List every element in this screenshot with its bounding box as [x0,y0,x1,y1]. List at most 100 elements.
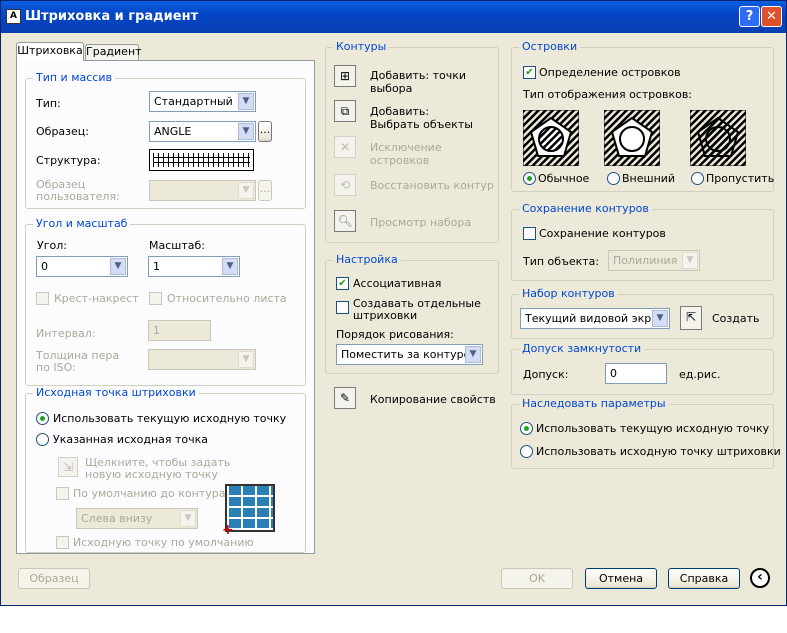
recreate-boundary-label: Восстановить контур [370,179,494,192]
gap-tolerance-group: Допуск замкнутости Допуск: 0 ед.рис. [511,342,774,395]
custom-pattern-select[interactable]: ▼ [149,180,256,201]
separate-hatches-label: Создавать отдельные штриховки [353,297,481,322]
inherit-properties-button[interactable]: ✎ [334,387,356,409]
preview-button[interactable]: Образец [18,568,90,589]
scale-value: 1 [153,260,160,273]
draw-order-value: Поместить за контуром [341,348,479,361]
view-selections-button[interactable]: 🔍︎ [334,210,356,232]
relative-paper-checkbox[interactable] [149,292,162,305]
draw-order-select[interactable]: Поместить за контуром ▼ [336,344,483,365]
angle-select[interactable]: 0 ▼ [36,256,128,277]
island-display-label: Тип отображения островков: [523,88,693,101]
hatch-dialog: A Штриховка и градиент ? ✕ Штриховка Гра… [0,0,787,606]
type-pattern-title: Тип и массив [33,71,115,84]
use-current-origin-radio[interactable] [36,412,49,425]
island-normal-radio[interactable] [523,172,536,185]
island-outer-icon [604,110,660,166]
more-options-button[interactable]: ‹ [750,568,770,588]
inherit-properties-label: Копирование свойств [370,393,496,406]
dialog-title: Штриховка и градиент [25,9,199,24]
inherit-current-origin-label: Использовать текущую исходную точку [536,422,770,435]
click-origin-hint: Щелкните, чтобы задать новую исходную то… [85,456,231,481]
specified-origin-radio[interactable] [36,433,49,446]
object-type-value: Полилиния [613,254,678,267]
cancel-button[interactable]: Отмена [585,568,657,589]
iso-pen-select[interactable]: ▼ [148,349,256,370]
type-label: Тип: [36,97,61,110]
island-ignore-label: Пропустить [706,172,775,185]
remove-islands-button[interactable]: ✕ [334,136,356,158]
pattern-browse-button[interactable]: ... [258,121,272,142]
ok-button[interactable]: OK [501,568,573,589]
specified-origin-label: Указанная исходная точка [53,433,209,446]
pattern-label: Образец: [36,125,89,138]
angle-label: Угол: [37,239,67,252]
cross-hatch-checkbox[interactable] [36,292,49,305]
retain-boundaries-checkbox[interactable] [523,227,536,240]
associative-checkbox[interactable]: ✔ [336,277,349,290]
cross-hatch-label: Крест-накрест [54,292,139,305]
tolerance-input[interactable]: 0 [605,363,667,384]
add-pick-points-button[interactable]: ⊞ [334,65,356,87]
pattern-value: ANGLE [154,125,192,138]
brick-origin-icon: + [222,484,275,537]
island-ignore-icon [690,110,746,166]
type-select[interactable]: Стандартный ▼ [149,91,256,112]
add-select-objects-button[interactable]: ⧉ [334,100,356,122]
store-default-origin-checkbox[interactable] [56,536,69,549]
new-boundary-set-button[interactable]: ⇱ [680,306,702,330]
hatch-origin-group: Исходная точка штриховки Использовать те… [25,386,306,553]
origin-position-select[interactable]: Слева внизу ▼ [76,508,198,529]
interval-input[interactable]: 1 [148,320,211,341]
magnifier-icon: 🔍︎ [337,214,353,228]
boundaries-title: Контуры [333,40,390,53]
tab-hatch[interactable]: Штриховка [16,42,84,61]
origin-position-value: Слева внизу [81,512,153,525]
tab-gradient[interactable]: Градиент [85,44,142,60]
help-button[interactable]: Справка [668,568,740,589]
chevron-down-icon: ▼ [238,93,254,110]
recreate-boundary-button[interactable]: ⟲ [334,174,356,196]
close-button[interactable]: ✕ [761,6,782,27]
view-selections-label: Просмотр набора [370,216,472,229]
remove-islands-label: Исключение островков [370,141,442,167]
pick-origin-icon[interactable]: ⇲ [58,457,78,477]
boundary-set-select[interactable]: Текущий видовой экран ▼ [520,308,670,329]
pattern-select[interactable]: ANGLE ▼ [149,121,256,142]
inherit-current-origin-radio[interactable] [520,422,533,435]
hatch-origin-title: Исходная точка штриховки [33,386,199,399]
inherit-source-origin-radio[interactable] [520,445,533,458]
remove-islands-icon: ✕ [339,140,351,154]
island-outer-label: Внешний [622,172,676,185]
title-bar[interactable]: A Штриховка и градиент ? ✕ [1,1,786,33]
chevron-down-icon: ▼ [180,510,196,527]
object-type-select[interactable]: Полилиния ▼ [608,250,700,271]
island-outer-radio[interactable] [607,172,620,185]
chevron-down-icon: ▼ [238,351,254,368]
chevron-left-icon: ‹ [757,569,763,585]
angle-scale-title: Угол и масштаб [33,217,131,230]
inherit-options-title: Наследовать параметры [519,397,669,410]
type-pattern-group: Тип и массив Тип: Стандартный ▼ Образец: … [25,71,306,209]
island-detection-checkbox[interactable]: ✔ [523,66,536,79]
options-title: Настройка [333,253,401,266]
boundary-set-title: Набор контуров [519,287,618,300]
custom-pattern-browse-button[interactable]: ... [258,180,272,201]
hatch-swatch-image [153,153,250,167]
chevron-down-icon: ▼ [238,123,254,140]
angle-value: 0 [41,260,48,273]
chevron-down-icon: ▼ [110,258,126,275]
default-extents-checkbox[interactable] [56,487,69,500]
separate-hatches-checkbox[interactable] [336,301,349,314]
pattern-swatch[interactable] [149,149,254,171]
help-title-button[interactable]: ? [739,6,760,27]
scale-select[interactable]: 1 ▼ [148,256,240,277]
new-boundary-set-label: Создать [712,312,760,325]
tolerance-label: Допуск: [523,368,569,381]
options-group: Настройка ✔ Ассоциативная Создавать отде… [325,253,499,374]
islands-group: Островки ✔ Определение островков Тип ото… [511,40,775,192]
island-ignore-radio[interactable] [691,172,704,185]
gap-tolerance-title: Допуск замкнутости [519,342,645,355]
scale-label: Масштаб: [149,239,205,252]
relative-paper-label: Относительно листа [167,292,287,305]
